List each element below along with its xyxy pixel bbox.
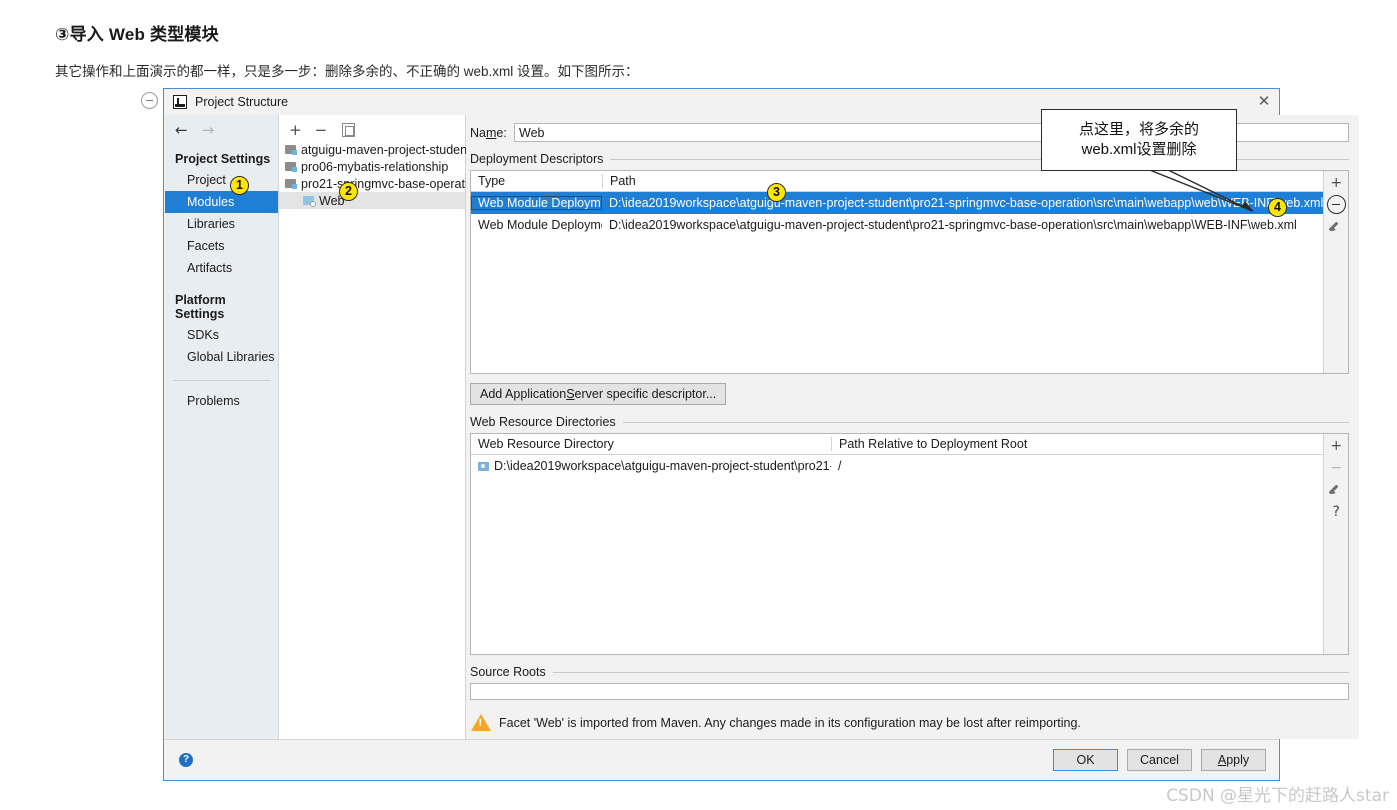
tree-node-label: atguigu-maven-project-student — [301, 142, 471, 157]
tree-node-pro21-springmvc-base-operation[interactable]: pro21-springmvc-base-operation — [279, 175, 482, 192]
sidebar-item-sdks[interactable]: SDKs — [165, 324, 278, 346]
dialog-title: Project Structure — [195, 95, 289, 109]
tree-node-label: pro21-springmvc-base-operation — [301, 176, 482, 191]
intellij-logo-icon — [173, 95, 187, 109]
collapse-icon — [141, 92, 158, 109]
project-structure-dialog: Project Structure ✕ ← → Project Settings… — [163, 88, 1360, 781]
add-application-server-descriptor-button[interactable]: Add Application Server specific descript… — [470, 383, 727, 405]
folder-icon — [478, 461, 489, 471]
section-rule — [622, 421, 1350, 423]
section-rule — [552, 671, 1350, 673]
section-rule — [610, 158, 1350, 160]
column-header-web-resource-directory: Web Resource Directory — [478, 437, 614, 451]
add-icon[interactable]: + — [1327, 173, 1346, 192]
callout-pointer-arrow — [1141, 165, 1254, 212]
web-resource-directories-section-title: Web Resource Directories — [466, 405, 1359, 429]
cell-path-relative: / — [838, 459, 842, 473]
cell-type: Web Module Deployme... — [471, 196, 602, 210]
cell-text: D:\idea2019workspace\atguigu-maven-proje… — [494, 459, 831, 473]
sidebar-item-modules[interactable]: Modules — [165, 191, 278, 213]
sidebar-item-libraries[interactable]: Libraries — [165, 213, 278, 235]
sidebar-item-problems[interactable]: Problems — [165, 381, 278, 411]
module-icon — [285, 144, 297, 155]
maven-facet-warning: Facet 'Web' is imported from Maven. Any … — [471, 714, 1349, 731]
dialog-footer: ? OK Cancel Apply — [165, 739, 1278, 779]
help-icon[interactable]: ? — [1327, 502, 1346, 521]
sidebar-group-platform-settings: Platform Settings — [175, 293, 226, 321]
cell-web-resource-directory: D:\idea2019workspace\atguigu-maven-proje… — [471, 459, 831, 473]
back-arrow-icon[interactable]: ← — [175, 123, 188, 138]
help-icon[interactable]: ? — [179, 752, 193, 767]
section-label: Deployment Descriptors — [470, 152, 604, 166]
add-icon[interactable]: + — [289, 122, 302, 138]
web-resource-table-toolbar: + − ? — [1323, 434, 1349, 654]
warning-triangle-icon — [471, 714, 491, 731]
tree-node-atguigu-maven-project-student[interactable]: atguigu-maven-project-student — [279, 141, 471, 158]
apply-button[interactable]: Apply — [1201, 748, 1266, 771]
module-icon — [285, 178, 297, 189]
badge-2: 2 — [339, 182, 358, 201]
column-header-path-relative: Path Relative to Deployment Root — [831, 437, 1323, 451]
callout-line-2: web.xml设置删除 — [1081, 141, 1197, 158]
forward-arrow-icon[interactable]: → — [202, 123, 215, 138]
sidebar-group-project-settings: Project Settings — [175, 152, 271, 166]
web-resource-table-header: Web Resource Directory Path Relative to … — [471, 434, 1324, 455]
remove-icon[interactable]: − — [1327, 458, 1346, 477]
modules-tree-toolbar: + − — [279, 115, 465, 141]
deployment-table-toolbar: + — [1323, 171, 1349, 373]
settings-sidebar: ← → Project Settings Project Modules Lib… — [165, 115, 279, 739]
column-header-type: Type — [478, 174, 506, 188]
close-icon[interactable]: ✕ — [1255, 92, 1273, 110]
edit-pencil-icon[interactable] — [1327, 480, 1346, 499]
badge-4: 4 — [1268, 198, 1287, 217]
web-resource-table-body: Web Resource Directory Path Relative to … — [471, 434, 1324, 654]
section-label: Source Roots — [470, 665, 546, 679]
module-icon — [285, 161, 297, 172]
web-resource-directories-table: Web Resource Directory Path Relative to … — [470, 433, 1350, 655]
table-row[interactable]: D:\idea2019workspace\atguigu-maven-proje… — [471, 455, 1323, 477]
page-title: ③导入 Web 类型模块 — [55, 25, 219, 44]
section-label: Web Resource Directories — [470, 415, 616, 429]
callout-line-1: 点这里，将多余的 — [1078, 120, 1199, 138]
edit-pencil-icon[interactable] — [1327, 217, 1346, 236]
watermark: CSDN @星光下的赶路人star — [1166, 786, 1389, 806]
dialog-body: ← → Project Settings Project Modules Lib… — [165, 115, 1360, 739]
tree-node-pro06-mybatis-relationship[interactable]: pro06-mybatis-relationship — [279, 158, 465, 175]
tree-node-web-facet[interactable]: Web — [279, 192, 465, 209]
modules-tree-panel: + − atguigu-maven-project-student pro06-… — [279, 115, 482, 739]
cell-path: D:\idea2019workspace\atguigu-maven-proje… — [609, 218, 1297, 232]
badge-3: 3 — [767, 183, 786, 202]
cell-type: Web Module Deployme... — [478, 218, 602, 232]
sidebar-item-artifacts[interactable]: Artifacts — [165, 257, 278, 279]
add-icon[interactable]: + — [1327, 436, 1346, 455]
remove-icon[interactable]: − — [315, 122, 328, 138]
footer-buttons: OK Cancel Apply — [1053, 748, 1266, 771]
name-label: Name: — [470, 125, 507, 140]
page-paragraph: 其它操作和上面演示的都一样，只是多一步：删除多余的、不正确的 web.xml 设… — [55, 64, 639, 79]
remove-icon[interactable] — [1326, 195, 1346, 214]
web-facet-icon — [303, 195, 316, 207]
badge-1: 1 — [230, 176, 249, 195]
copy-icon[interactable] — [342, 123, 356, 137]
sidebar-item-global-libraries[interactable]: Global Libraries — [165, 346, 278, 368]
tree-node-label: pro06-mybatis-relationship — [301, 159, 449, 174]
callout-box: 点这里，将多余的 web.xml设置删除 — [1041, 109, 1237, 171]
cancel-button[interactable]: Cancel — [1127, 748, 1192, 771]
nav-arrows: ← → — [165, 115, 278, 138]
source-roots-field[interactable] — [470, 683, 1350, 700]
source-roots-section-title: Source Roots — [466, 655, 1359, 679]
ok-button[interactable]: OK — [1053, 748, 1118, 771]
sidebar-item-facets[interactable]: Facets — [165, 235, 278, 257]
warning-text: Facet 'Web' is imported from Maven. Any … — [499, 715, 1081, 730]
sidebar-item-project[interactable]: Project — [165, 169, 278, 191]
